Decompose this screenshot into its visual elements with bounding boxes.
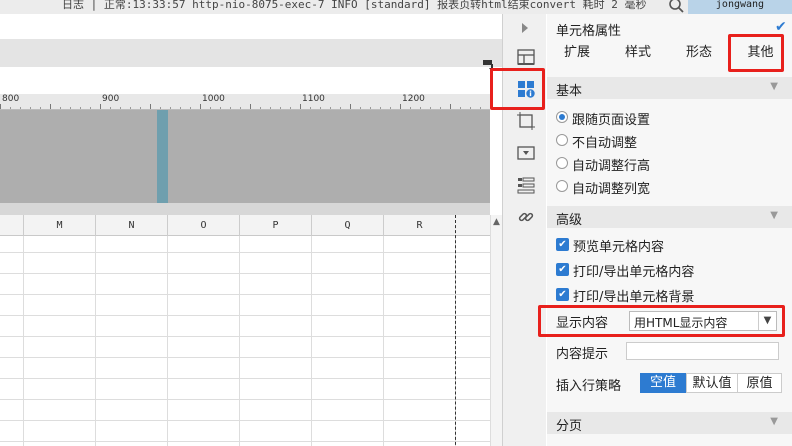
widget-icon[interactable] bbox=[517, 144, 535, 162]
vertical-scrollbar[interactable]: ▲ bbox=[490, 215, 502, 446]
content-tooltip-label: 内容提示 bbox=[556, 347, 609, 362]
paper-gap bbox=[0, 203, 490, 215]
column-header-n[interactable]: N bbox=[95, 215, 167, 236]
user-name: jongwang bbox=[715, 0, 765, 10]
ruler-label: 1000 bbox=[202, 94, 225, 104]
column-header-r[interactable]: R bbox=[383, 215, 455, 236]
display-content-label: 显示内容 bbox=[556, 316, 609, 331]
grid-row-line bbox=[0, 315, 490, 316]
grid-row-line bbox=[0, 420, 490, 421]
tab-style[interactable]: 样式 bbox=[607, 39, 669, 67]
page-break-line bbox=[455, 215, 456, 446]
insert-policy-default[interactable]: 默认值 bbox=[686, 373, 738, 393]
section-basic-label: 基本 bbox=[556, 84, 583, 99]
cell-properties-icon[interactable] bbox=[517, 80, 535, 98]
radio-label: 跟随页面设置 bbox=[572, 113, 651, 128]
user-tab[interactable]: jongwang bbox=[688, 0, 792, 14]
grid-row-line bbox=[0, 378, 490, 379]
page-marker bbox=[157, 110, 168, 203]
radio-label: 自动调整行高 bbox=[572, 159, 651, 174]
checkbox-label: 预览单元格内容 bbox=[573, 240, 665, 255]
cell-border-icon[interactable] bbox=[517, 112, 535, 130]
grid-row-line bbox=[0, 441, 490, 442]
insert-policy-null[interactable]: 空值 bbox=[640, 373, 686, 393]
grid-row-line bbox=[0, 252, 490, 253]
radio-button[interactable] bbox=[556, 157, 568, 169]
grid-col-line bbox=[167, 236, 168, 446]
checkbox-label: 打印/导出单元格背景 bbox=[573, 290, 695, 305]
grid-row-line bbox=[0, 273, 490, 274]
column-header-m[interactable]: M bbox=[23, 215, 95, 236]
side-icon-rail bbox=[502, 14, 546, 446]
table-layout-icon[interactable] bbox=[517, 48, 535, 66]
insert-policy-original[interactable]: 原值 bbox=[737, 373, 782, 393]
radio-button[interactable] bbox=[556, 180, 568, 192]
ruler-label: 900 bbox=[102, 94, 120, 104]
section-advanced-label: 高级 bbox=[556, 213, 583, 228]
section-paging-label: 分页 bbox=[556, 419, 583, 434]
report-editor: 8009001000110012001 MNOPQR ▲ bbox=[0, 14, 510, 446]
checkbox-label: 打印/导出单元格内容 bbox=[573, 265, 695, 280]
horizontal-ruler: 8009001000110012001 bbox=[0, 94, 490, 110]
collapse-arrow-icon[interactable] bbox=[519, 22, 531, 34]
radio-button[interactable] bbox=[556, 111, 568, 123]
grid-col-line bbox=[95, 236, 96, 446]
properties-tabs: 扩展 样式 形态 其他 bbox=[547, 39, 792, 67]
section-basic[interactable]: 基本 ▼ bbox=[547, 77, 792, 99]
column-header-q[interactable]: Q bbox=[311, 215, 383, 236]
cell-properties-panel: 单元格属性 ✔ 扩展 样式 形态 其他 基本 ▼ 跟随页面设置 不自动调整 自动… bbox=[547, 14, 792, 446]
tab-expand[interactable]: 扩展 bbox=[547, 39, 607, 67]
chevron-down-icon[interactable]: ▼ bbox=[758, 312, 776, 330]
display-content-select[interactable]: 用HTML显示内容 ▼ bbox=[629, 311, 777, 331]
collapse-icon[interactable]: ▼ bbox=[770, 81, 778, 92]
grid-row-line bbox=[0, 336, 490, 337]
ruler-label: 1200 bbox=[402, 94, 425, 104]
paper-area bbox=[0, 110, 490, 203]
column-header-o[interactable]: O bbox=[167, 215, 239, 236]
ruler-label: 1100 bbox=[302, 94, 325, 104]
checkbox[interactable]: ✔ bbox=[556, 263, 569, 276]
format-painter-icon[interactable] bbox=[482, 59, 496, 73]
log-text: 日志 | 正常:13:33:57 http-nio-8075-exec-7 IN… bbox=[62, 0, 647, 11]
radio-label: 自动调整列宽 bbox=[572, 182, 651, 197]
grid-row-line bbox=[0, 294, 490, 295]
ruler-label: 800 bbox=[2, 94, 20, 104]
panel-title: 单元格属性 bbox=[556, 24, 622, 39]
tab-other[interactable]: 其他 bbox=[729, 39, 792, 67]
radio-button[interactable] bbox=[556, 134, 568, 146]
condition-attributes-icon[interactable] bbox=[517, 176, 535, 194]
editor-toolbar bbox=[0, 39, 502, 67]
grid-row-line bbox=[0, 399, 490, 400]
radio-label: 不自动调整 bbox=[572, 136, 638, 151]
hyperlink-icon[interactable] bbox=[517, 208, 535, 226]
grid-col-line bbox=[23, 236, 24, 446]
checkbox[interactable]: ✔ bbox=[556, 288, 569, 301]
tab-form[interactable]: 形态 bbox=[669, 39, 729, 67]
display-content-value: 用HTML显示内容 bbox=[634, 316, 728, 330]
collapse-icon[interactable]: ▼ bbox=[770, 416, 778, 427]
search-icon[interactable] bbox=[668, 0, 684, 13]
grid-col-line bbox=[383, 236, 384, 446]
grid-col-line bbox=[311, 236, 312, 446]
log-bar: 日志 | 正常:13:33:57 http-nio-8075-exec-7 IN… bbox=[0, 0, 792, 14]
insert-policy-label: 插入行策略 bbox=[556, 379, 622, 394]
spreadsheet-grid[interactable] bbox=[0, 236, 490, 446]
grid-row-line bbox=[0, 357, 490, 358]
scroll-up-icon[interactable]: ▲ bbox=[491, 217, 502, 227]
column-header-row: MNOPQR bbox=[0, 215, 490, 236]
section-paging[interactable]: 分页 ▼ bbox=[547, 412, 792, 434]
content-tooltip-input[interactable] bbox=[626, 342, 779, 360]
checkbox[interactable]: ✔ bbox=[556, 238, 569, 251]
column-header-p[interactable]: P bbox=[239, 215, 311, 236]
apply-check-icon[interactable]: ✔ bbox=[775, 19, 787, 35]
collapse-icon[interactable]: ▼ bbox=[770, 210, 778, 221]
section-advanced[interactable]: 高级 ▼ bbox=[547, 206, 792, 228]
grid-col-line bbox=[239, 236, 240, 446]
